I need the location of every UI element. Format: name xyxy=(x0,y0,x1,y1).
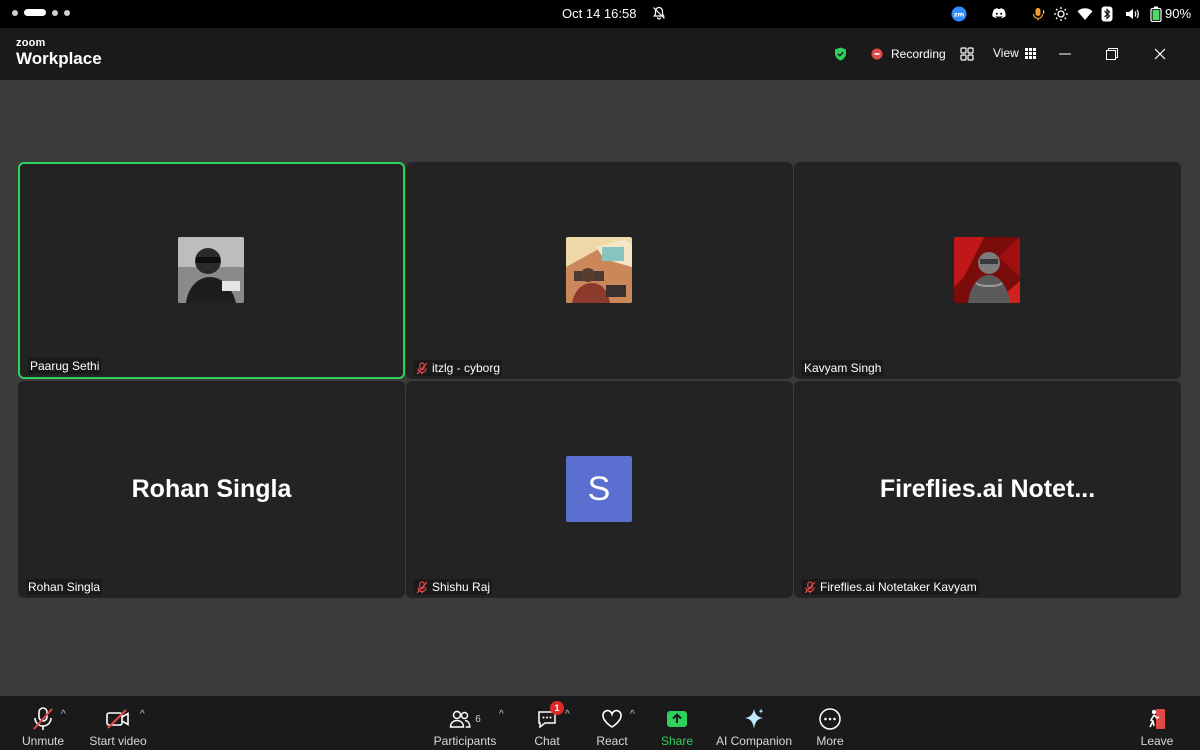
unmute-label: Unmute xyxy=(21,734,65,748)
close-window-icon[interactable] xyxy=(1154,48,1166,60)
participant-name: Rohan Singla xyxy=(28,580,101,594)
participants-options-chevron-up-icon[interactable]: ^ xyxy=(499,709,504,720)
os-clock[interactable]: Oct 14 16:58 xyxy=(562,6,636,21)
heart-icon xyxy=(601,704,623,734)
participant-name: itzlg - cyborg xyxy=(432,361,501,375)
battery-percent: 90% xyxy=(1165,6,1192,21)
screen: Oct 14 16:58 zm 90% zoom Workplace Recor… xyxy=(0,0,1200,750)
share-screen-icon xyxy=(666,704,688,734)
brightness-tray-icon[interactable] xyxy=(1053,5,1069,23)
workspace-indicator[interactable] xyxy=(12,9,70,16)
participants-icon-group: 6 xyxy=(449,704,481,734)
video-tile[interactable]: Fireflies.ai Notet... Fireflies.ai Notet… xyxy=(794,381,1181,598)
video-tile[interactable]: S Shishu Raj xyxy=(406,381,793,598)
microphone-muted-icon xyxy=(416,361,428,374)
workspace-dot xyxy=(12,9,18,16)
view-label: View xyxy=(993,46,1019,60)
more-options-icon xyxy=(818,704,842,734)
video-tile[interactable]: Paarug Sethi xyxy=(18,162,405,379)
participants-button[interactable]: 6 Participants xyxy=(432,696,498,750)
bluetooth-tray-icon[interactable] xyxy=(1101,5,1113,23)
battery-tray-icon[interactable] xyxy=(1150,5,1162,23)
react-label: React xyxy=(596,734,628,748)
gallery-grid-icon[interactable] xyxy=(960,47,974,61)
workplace-logo-text: Workplace xyxy=(16,49,102,68)
participant-name-label: Shishu Raj xyxy=(414,579,493,595)
encryption-shield-icon[interactable] xyxy=(834,47,847,61)
participants-label: Participants xyxy=(433,734,497,748)
svg-text:zm: zm xyxy=(954,11,965,19)
volume-tray-icon[interactable] xyxy=(1124,5,1140,23)
view-grid-icon xyxy=(1024,47,1036,59)
participants-icon xyxy=(449,710,471,728)
recording-label: Recording xyxy=(891,47,946,61)
participant-name: Shishu Raj xyxy=(432,580,491,594)
wifi-tray-icon[interactable] xyxy=(1077,5,1093,23)
unmute-button[interactable]: Unmute xyxy=(18,696,68,750)
microphone-muted-icon xyxy=(31,704,55,734)
zoom-tray-icon[interactable]: zm xyxy=(951,5,967,23)
ai-companion-button[interactable]: AI Companion xyxy=(713,696,795,750)
share-button[interactable]: Share xyxy=(656,696,698,750)
workspace-dot xyxy=(52,9,58,16)
participant-name: Paarug Sethi xyxy=(30,359,100,373)
workspace-dot xyxy=(64,9,70,16)
participant-name-label: Kavyam Singh xyxy=(802,360,884,376)
start-video-button[interactable]: Start video xyxy=(86,696,150,750)
recording-dot-icon xyxy=(871,48,883,60)
minimize-icon[interactable] xyxy=(1059,53,1071,55)
leave-label: Leave xyxy=(1140,734,1174,748)
participant-name: Fireflies.ai Notetaker Kavyam xyxy=(820,580,977,594)
video-tile[interactable]: Rohan Singla Rohan Singla xyxy=(18,381,405,598)
microphone-active-tray-icon[interactable] xyxy=(1030,5,1046,23)
recording-indicator[interactable]: Recording xyxy=(871,47,946,61)
participant-name-label: Rohan Singla xyxy=(26,579,103,595)
participant-letter-avatar: S xyxy=(566,456,632,522)
participant-avatar-photo xyxy=(566,237,632,303)
participant-display-name: Rohan Singla xyxy=(131,475,292,503)
zoom-title-bar: zoom Workplace Recording View xyxy=(0,28,1200,80)
workspace-active-pill xyxy=(24,9,46,16)
microphone-muted-icon xyxy=(804,580,816,593)
participant-avatar-photo xyxy=(178,237,244,303)
leave-door-icon xyxy=(1146,704,1168,734)
video-tile[interactable]: itzlg - cyborg xyxy=(406,162,793,379)
chat-options-chevron-up-icon[interactable]: ^ xyxy=(565,709,570,720)
ai-companion-label: AI Companion xyxy=(715,734,793,748)
chat-unread-badge: 1 xyxy=(550,701,564,715)
meeting-controls-toolbar: Unmute ^ Start video ^ 6 Participants ^ … xyxy=(0,696,1200,750)
react-button[interactable]: React xyxy=(591,696,633,750)
share-label: Share xyxy=(660,734,694,748)
more-label: More xyxy=(816,734,844,748)
video-options-chevron-up-icon[interactable]: ^ xyxy=(140,709,145,720)
notifications-muted-icon[interactable] xyxy=(652,6,666,25)
view-button[interactable]: View xyxy=(993,46,1036,60)
leave-button[interactable]: Leave xyxy=(1137,696,1177,750)
zoom-logo-text: zoom xyxy=(16,37,46,49)
more-button[interactable]: More xyxy=(810,696,850,750)
sparkle-icon xyxy=(742,704,766,734)
video-tile[interactable]: Kavyam Singh xyxy=(794,162,1181,379)
participant-name-label: Fireflies.ai Notetaker Kavyam xyxy=(802,579,979,595)
participant-display-name: Fireflies.ai Notet... xyxy=(879,475,1096,503)
video-off-icon xyxy=(105,704,131,734)
start-video-label: Start video xyxy=(89,734,147,748)
participant-avatar-photo xyxy=(954,237,1020,303)
participants-count: 6 xyxy=(475,713,481,725)
os-status-bar: Oct 14 16:58 zm 90% xyxy=(0,0,1200,28)
audio-options-chevron-up-icon[interactable]: ^ xyxy=(61,709,66,720)
microphone-muted-icon xyxy=(416,580,428,593)
participant-name-label: itzlg - cyborg xyxy=(414,360,503,376)
participant-name: Kavyam Singh xyxy=(804,361,882,375)
restore-window-icon[interactable] xyxy=(1106,48,1118,60)
react-options-chevron-up-icon[interactable]: ^ xyxy=(630,709,635,720)
discord-tray-icon[interactable] xyxy=(991,5,1007,23)
chat-label: Chat xyxy=(534,734,560,748)
participant-name-label: Paarug Sethi xyxy=(28,358,102,374)
